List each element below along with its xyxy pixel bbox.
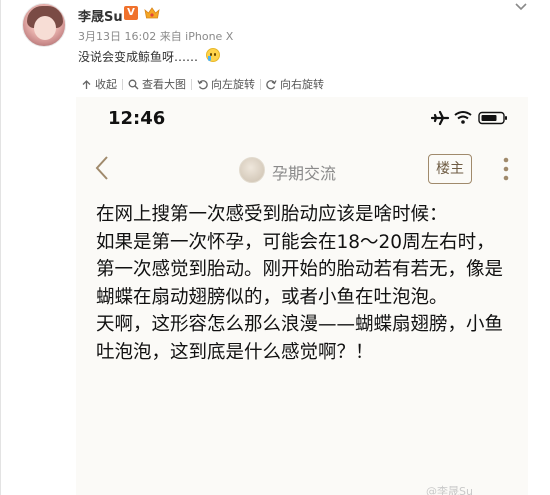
article-paragraph: 在网上搜第一次感受到胎动应该是啥时候：: [96, 204, 448, 225]
back-chevron-icon[interactable]: [94, 155, 110, 181]
view-large-label: 查看大图: [142, 78, 186, 91]
post-text: 没说会变成鲸鱼呀……: [78, 50, 199, 64]
status-time: 12:46: [108, 108, 166, 129]
rotate-right-label: 向右旋转: [280, 78, 324, 91]
battery-icon: [478, 111, 507, 125]
rotate-right-icon: [266, 79, 277, 89]
user-avatar[interactable]: [22, 3, 66, 47]
community-title[interactable]: 孕期交流: [272, 160, 336, 184]
view-large-button[interactable]: 查看大图: [123, 76, 191, 92]
phone-status-bar: 12:46: [76, 97, 528, 139]
collapse-button[interactable]: 收起: [76, 76, 122, 92]
more-options-icon[interactable]: [503, 157, 509, 181]
sweat-smile-emoji-icon: [206, 48, 220, 62]
weibo-watermark: @李晟Su: [426, 485, 473, 495]
article-body: 在网上搜第一次感受到胎动应该是啥时候： 如果是第一次怀孕，可能会在18～20周左…: [96, 201, 506, 366]
rotate-left-button[interactable]: 向左旋转: [192, 76, 260, 92]
chevron-down-icon[interactable]: [514, 2, 528, 12]
post-image[interactable]: 12:46 孕期交流 楼主 在网上搜第一次感受到胎动应该是啥时候： 如果是第一次…: [76, 97, 528, 495]
community-avatar[interactable]: [239, 157, 265, 183]
collapse-arrow-icon: [82, 79, 91, 89]
article-paragraph: 天啊，这形容怎么那么浪漫——蝴蝶扇翅膀，小鱼吐泡泡，这到底是什么感觉啊？！: [96, 314, 504, 363]
magnifier-icon: [128, 79, 139, 89]
username[interactable]: 李晟Su: [78, 6, 123, 25]
rotate-left-icon: [197, 79, 208, 89]
article-paragraph: 如果是第一次怀孕，可能会在18～20周左右时，第一次感觉到胎动。刚开始的胎动若有…: [96, 231, 504, 308]
airplane-icon: [431, 110, 450, 126]
image-toolbar: 收起 查看大图 向左旋转 向右旋转: [76, 73, 329, 95]
post-meta: 3月13日 16:02 来自 iPhone X: [78, 30, 234, 43]
owner-only-button[interactable]: 楼主: [428, 154, 472, 184]
collapse-label: 收起: [95, 78, 117, 91]
status-icons: [431, 110, 507, 126]
rotate-right-button[interactable]: 向右旋转: [261, 76, 329, 92]
rotate-left-label: 向左旋转: [211, 78, 255, 91]
verified-badge-icon: V: [124, 6, 138, 20]
crown-badge-icon: [144, 7, 160, 19]
wifi-icon: [454, 111, 472, 124]
